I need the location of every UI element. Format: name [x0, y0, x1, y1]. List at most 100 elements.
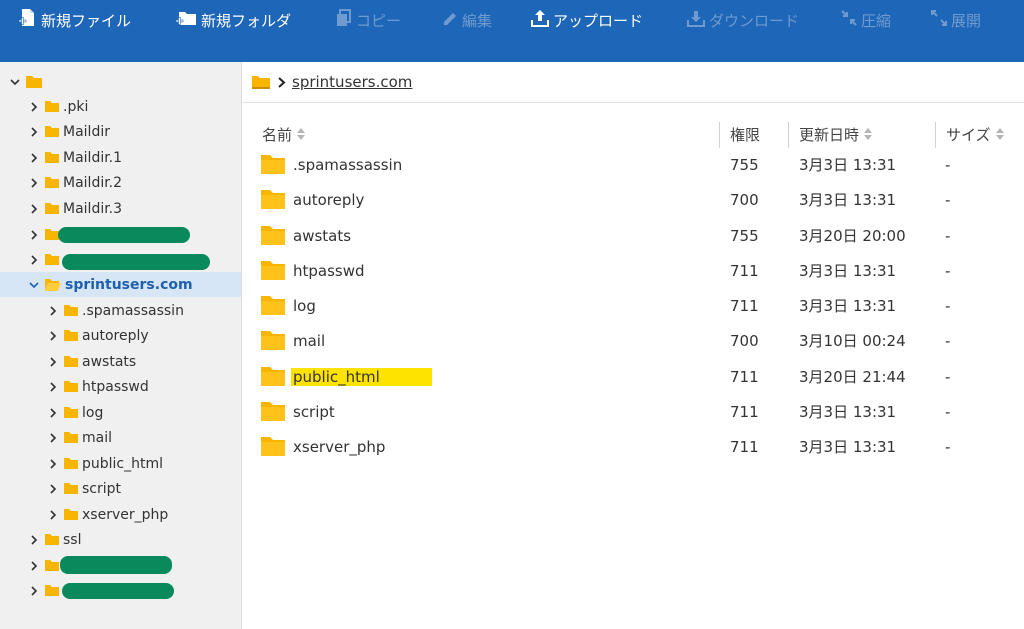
folder-open-icon — [45, 278, 61, 291]
tree-item-public-html[interactable]: public_html — [0, 451, 241, 476]
tree-item-spamassassin[interactable]: .spamassassin — [0, 298, 241, 323]
modified-cell: 3月3日 13:31 — [799, 438, 897, 456]
chevron-right-icon[interactable] — [27, 177, 41, 188]
tree-item-pki[interactable]: .pki — [0, 94, 241, 119]
folder-icon — [261, 367, 285, 386]
tree-root[interactable] — [0, 69, 241, 94]
column-divider[interactable] — [719, 122, 720, 148]
sort-icon — [995, 128, 1004, 140]
table-row-public-html[interactable]: public_html 711 3月20日 21:44 - — [255, 359, 1024, 394]
folder-icon — [45, 152, 59, 163]
chevron-down-icon[interactable] — [27, 280, 41, 290]
chevron-right-icon[interactable] — [27, 203, 41, 214]
column-header-modified[interactable]: 更新日時 — [799, 120, 873, 148]
chevron-right-icon[interactable] — [46, 407, 60, 418]
chevron-right-icon[interactable] — [27, 560, 41, 571]
chevron-right-icon[interactable] — [27, 254, 41, 265]
tree-item-sprintusers[interactable]: sprintusers.com — [0, 272, 241, 297]
toolbar: 新規ファイル 新規フォルダ コピー 編集 アップロード ダウンロード 圧縮 展開 — [0, 0, 1024, 62]
file-name: log — [293, 296, 316, 315]
chevron-right-icon[interactable] — [46, 483, 60, 494]
chevron-down-icon[interactable] — [8, 77, 22, 87]
file-name: mail — [293, 331, 326, 350]
size-cell: - — [945, 261, 951, 280]
file-name-cell: public_html — [261, 359, 432, 394]
table-row[interactable]: awstats 755 3月20日 20:00 - — [255, 218, 1024, 253]
chevron-right-icon[interactable] — [27, 534, 41, 545]
table-row[interactable]: mail 700 3月10日 00:24 - — [255, 323, 1024, 358]
table-row[interactable]: log 711 3月3日 13:31 - — [255, 288, 1024, 323]
folder-icon — [26, 75, 42, 88]
table-row[interactable]: htpasswd 711 3月3日 13:31 - — [255, 253, 1024, 288]
folder-icon[interactable] — [252, 75, 270, 89]
tree-item-maildir-2[interactable]: Maildir.2 — [0, 170, 241, 195]
file-name: htpasswd — [293, 261, 365, 280]
chevron-right-icon[interactable] — [27, 229, 41, 240]
compress-icon — [840, 9, 861, 31]
chevron-right-icon[interactable] — [27, 126, 41, 137]
table-row[interactable]: .spamassassin 755 3月3日 13:31 - — [255, 147, 1024, 182]
permission-cell: 711 — [730, 402, 759, 421]
chevron-right-icon[interactable] — [46, 509, 60, 520]
tree-item-maildir-1[interactable]: Maildir.1 — [0, 145, 241, 170]
file-name-cell: mail — [261, 323, 325, 358]
copy-button[interactable]: コピー — [335, 9, 401, 31]
table-row[interactable]: script 711 3月3日 13:31 - — [255, 394, 1024, 429]
tree-item-awstats[interactable]: awstats — [0, 349, 241, 374]
tree-item-autoreply[interactable]: autoreply — [0, 323, 241, 348]
folder-icon — [64, 458, 78, 469]
modified-cell: 3月3日 13:31 — [799, 297, 897, 315]
redaction-mark — [62, 583, 174, 599]
modified-cell: 3月20日 21:44 — [799, 368, 906, 386]
column-header-name[interactable]: 名前 — [262, 120, 306, 148]
extract-button[interactable]: 展開 — [930, 9, 981, 31]
chevron-right-icon[interactable] — [46, 458, 60, 469]
extract-label: 展開 — [951, 11, 982, 30]
file-name-highlighted: public_html — [291, 367, 432, 386]
folder-icon — [64, 356, 78, 367]
chevron-right-icon[interactable] — [46, 330, 60, 341]
breadcrumb-current[interactable]: sprintusers.com — [292, 73, 412, 91]
size-cell: - — [945, 190, 951, 209]
column-header-size[interactable]: サイズ — [946, 120, 1004, 148]
chevron-right-icon[interactable] — [27, 152, 41, 163]
folder-icon — [261, 296, 285, 315]
upload-button[interactable]: アップロード — [530, 9, 643, 31]
compress-button[interactable]: 圧縮 — [840, 9, 891, 31]
edit-button[interactable]: 編集 — [441, 9, 492, 31]
sort-icon — [864, 128, 873, 140]
chevron-right-icon[interactable] — [46, 432, 60, 443]
tree-item-mail[interactable]: mail — [0, 425, 241, 450]
tree-item-label: script — [82, 480, 122, 497]
column-header-label: 権限 — [730, 125, 761, 144]
tree-item-htpasswd[interactable]: htpasswd — [0, 374, 241, 399]
tree-item-label: public_html — [82, 455, 164, 472]
tree-item-xserver-php[interactable]: xserver_php — [0, 502, 241, 527]
redaction-mark — [60, 556, 172, 574]
modified-cell: 3月3日 13:31 — [799, 191, 897, 209]
new-folder-button[interactable]: 新規フォルダ — [175, 9, 291, 31]
chevron-right-icon[interactable] — [27, 101, 41, 112]
tree-item-label: Maildir — [63, 123, 110, 140]
folder-icon — [45, 203, 59, 214]
permission-cell: 711 — [730, 261, 759, 280]
tree-item-label: Maildir.3 — [63, 200, 123, 217]
table-row[interactable]: autoreply 700 3月3日 13:31 - — [255, 182, 1024, 217]
column-divider[interactable] — [788, 122, 789, 148]
tree-item-maildir[interactable]: Maildir — [0, 119, 241, 144]
chevron-right-icon[interactable] — [27, 585, 41, 596]
tree-item-maildir-3[interactable]: Maildir.3 — [0, 196, 241, 221]
column-divider[interactable] — [935, 122, 936, 148]
column-header-permission[interactable]: 権限 — [730, 120, 760, 148]
new-file-button[interactable]: 新規ファイル — [18, 9, 131, 31]
folder-icon — [45, 254, 59, 265]
table-row[interactable]: xserver_php 711 3月3日 13:31 - — [255, 429, 1024, 464]
chevron-right-icon[interactable] — [46, 356, 60, 367]
tree-item-log[interactable]: log — [0, 400, 241, 425]
chevron-right-icon[interactable] — [46, 381, 60, 392]
tree-item-ssl[interactable]: ssl — [0, 527, 241, 552]
tree-item-script[interactable]: script — [0, 476, 241, 501]
download-button[interactable]: ダウンロード — [686, 9, 799, 31]
file-name-cell: xserver_php — [261, 429, 385, 464]
chevron-right-icon[interactable] — [46, 305, 60, 316]
